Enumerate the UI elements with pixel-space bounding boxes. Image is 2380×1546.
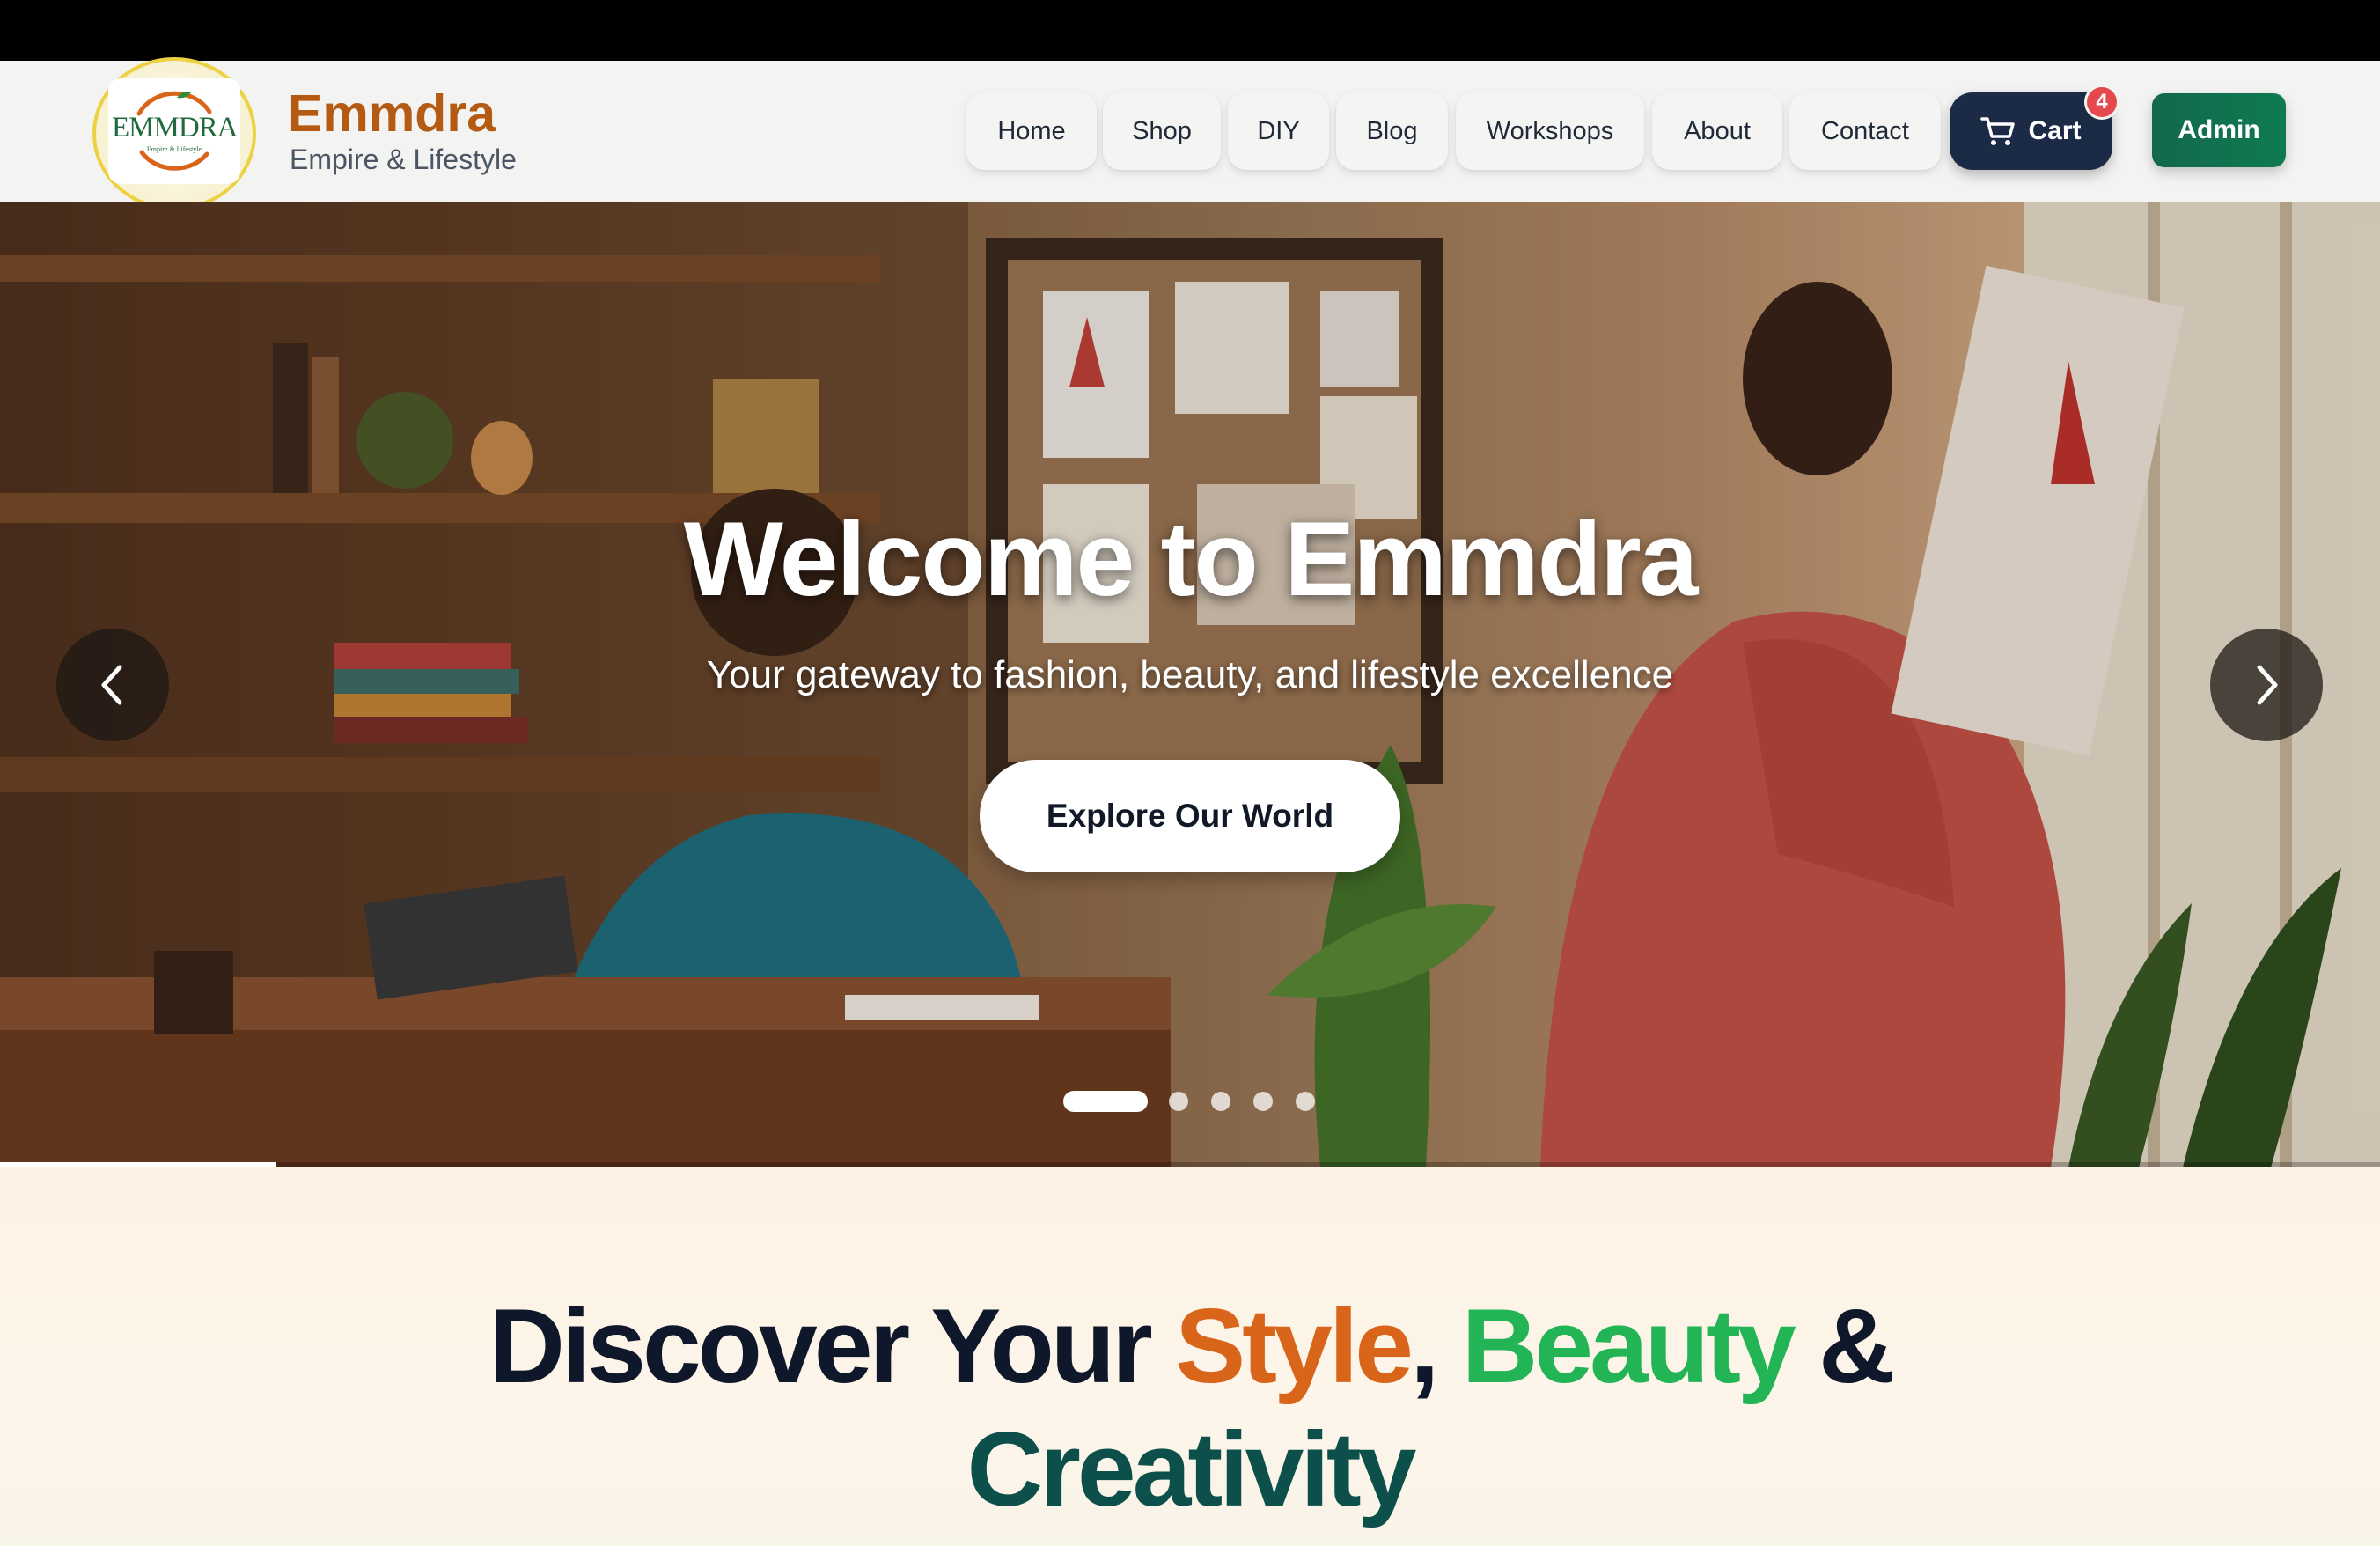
carousel-dot-3[interactable]	[1211, 1092, 1230, 1111]
discover-section: Discover Your Style, Beauty & Creativity	[0, 1167, 2380, 1546]
comma: ,	[1409, 1287, 1439, 1405]
nav-blog[interactable]: Blog	[1336, 92, 1448, 170]
browser-top-bar	[0, 0, 2380, 61]
discover-heading-line-1: Discover Your Style, Beauty &	[0, 1285, 2380, 1407]
ampersand: &	[1818, 1287, 1895, 1405]
hero-title: Welcome to Emmdra	[683, 500, 1699, 618]
logo-badge: EMMDRA Empire & Lifestyle	[108, 78, 240, 184]
admin-button[interactable]: Admin	[2152, 93, 2286, 167]
logo-text: EMMDRA	[112, 112, 239, 144]
site-header: EMMDRA Empire & Lifestyle Emmdra Empire …	[0, 57, 2380, 210]
carousel-dot-1[interactable]	[1063, 1091, 1148, 1112]
cart-icon	[1980, 117, 2016, 145]
nav-diy[interactable]: DIY	[1228, 92, 1329, 170]
carousel-next-button[interactable]	[2210, 629, 2323, 741]
carousel-prev-button[interactable]	[56, 629, 169, 741]
word-style: Style	[1175, 1287, 1414, 1405]
discover-text: Discover Your	[488, 1287, 1176, 1405]
carousel-dot-4[interactable]	[1253, 1092, 1273, 1111]
nav-about[interactable]: About	[1652, 92, 1782, 170]
discover-heading-line-2: Creativity	[0, 1409, 2380, 1530]
carousel-dot-5[interactable]	[1296, 1092, 1315, 1111]
brand-name[interactable]: Emmdra	[288, 84, 496, 144]
carousel-dot-2[interactable]	[1169, 1092, 1188, 1111]
nav-shop[interactable]: Shop	[1103, 92, 1221, 170]
cart-label: Cart	[2028, 116, 2082, 145]
word-beauty: Beauty	[1461, 1287, 1796, 1405]
word-creativity: Creativity	[966, 1410, 1417, 1528]
nav-workshops[interactable]: Workshops	[1456, 92, 1644, 170]
explore-button[interactable]: Explore Our World	[980, 760, 1400, 872]
nav-home[interactable]: Home	[966, 92, 1097, 170]
logo-tagline: Empire & Lifestyle	[146, 145, 202, 153]
chevron-right-icon	[2257, 665, 2278, 705]
nav-contact[interactable]: Contact	[1789, 92, 1941, 170]
logo[interactable]: EMMDRA Empire & Lifestyle	[91, 57, 260, 210]
hero-subtitle: Your gateway to fashion, beauty, and lif…	[706, 653, 1674, 696]
hero-carousel: Welcome to Emmdra Your gateway to fashio…	[0, 202, 2380, 1167]
brand-subtitle: Empire & Lifestyle	[290, 144, 517, 175]
chevron-left-icon	[101, 665, 122, 705]
cart-count-badge: 4	[2084, 85, 2119, 120]
